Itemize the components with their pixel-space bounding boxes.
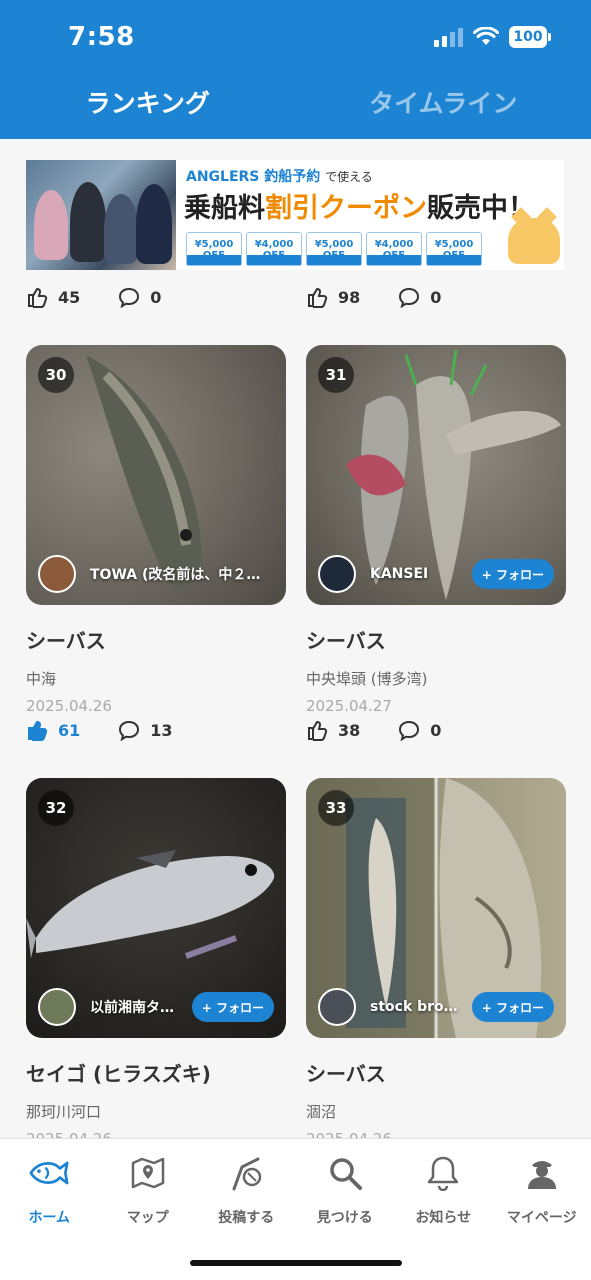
like-count: 45: [58, 287, 81, 307]
location: 涸沼: [306, 1103, 337, 1121]
species-name: セイゴ (ヒラスズキ): [26, 1062, 211, 1086]
comment-icon[interactable]: [118, 719, 140, 741]
banner-photo: [26, 160, 176, 270]
bottom-nav: ホーム マップ 投稿する 見つける お知らせ マイページ: [0, 1138, 591, 1280]
user-row[interactable]: KANSEI + フォロー: [318, 555, 554, 593]
coupon: ¥4,000 OFF: [366, 232, 422, 266]
like-icon-active[interactable]: [26, 719, 48, 741]
banner-brand: ANGLERS 釣船予約 で使える: [186, 169, 373, 185]
nav-label: 見つける: [316, 1210, 373, 1226]
comment-count: 13: [150, 720, 173, 740]
status-time: 7:58: [68, 22, 135, 52]
user-row[interactable]: 以前湘南タン… + フォロー: [38, 988, 274, 1026]
rank-badge: 32: [38, 790, 74, 826]
user-row[interactable]: TOWA (改名前は、中２…: [38, 555, 274, 593]
battery-level: 100: [509, 26, 547, 48]
comment-count: 0: [430, 720, 442, 740]
location: 那珂川河口: [26, 1103, 102, 1121]
ranking-card[interactable]: 31 KANSEI + フォロー シーバス 中央埠頭 (博多湾) 2025.04…: [306, 345, 566, 715]
nav-search[interactable]: 見つける: [296, 1153, 395, 1227]
coupon: ¥5,000 OFF: [306, 232, 362, 266]
signal-icon: [434, 27, 463, 47]
comment-icon[interactable]: [398, 719, 420, 741]
like-count: 38: [338, 720, 361, 740]
bell-icon: [423, 1153, 463, 1193]
catch-photo[interactable]: 31 KANSEI + フォロー: [306, 345, 566, 605]
like-icon[interactable]: [306, 719, 328, 741]
home-indicator: [190, 1260, 402, 1266]
username[interactable]: TOWA (改名前は、中２…: [90, 564, 274, 584]
username[interactable]: stock broker: [370, 999, 466, 1015]
coupon: ¥5,000 OFF: [426, 232, 482, 266]
nav-map[interactable]: マップ: [99, 1153, 198, 1227]
comment-count: 0: [150, 287, 162, 307]
map-icon: [128, 1153, 168, 1193]
nav-notifications[interactable]: お知らせ: [394, 1153, 493, 1227]
user-row[interactable]: stock broker + フォロー: [318, 988, 554, 1026]
location: 中央埠頭 (博多湾): [306, 670, 428, 688]
comment-count: 0: [430, 287, 442, 307]
catch-photo[interactable]: 30 TOWA (改名前は、中２…: [26, 345, 286, 605]
ranking-card[interactable]: 30 TOWA (改名前は、中２… シーバス 中海 2025.04.26: [26, 345, 286, 715]
profile-icon: [522, 1153, 562, 1193]
nav-label: ホーム: [28, 1210, 71, 1226]
ranking-card[interactable]: 33 stock broker + フォロー シーバス 涸沼 2025.04.2…: [306, 778, 566, 1148]
status-icons: 100: [434, 26, 551, 48]
coupon-strip: ¥5,000 OFF ¥4,000 OFF ¥5,000 OFF ¥4,000 …: [186, 232, 482, 266]
avatar[interactable]: [318, 988, 356, 1026]
nav-home[interactable]: ホーム: [0, 1153, 99, 1227]
tab-bar: ランキング タイムライン: [0, 84, 591, 120]
nav-label: マイページ: [506, 1210, 577, 1226]
app-header: 7:58 100 ランキング タイムライン: [0, 0, 591, 139]
tab-ranking[interactable]: ランキング: [0, 84, 296, 120]
battery-icon: 100: [509, 26, 551, 48]
follow-button[interactable]: + フォロー: [471, 559, 554, 589]
nav-label: マップ: [126, 1210, 169, 1226]
comment-icon[interactable]: [398, 286, 420, 308]
species-name: シーバス: [306, 629, 386, 653]
tab-timeline[interactable]: タイムライン: [296, 84, 591, 120]
avatar[interactable]: [38, 988, 76, 1026]
coupon: ¥5,000 OFF: [186, 232, 242, 266]
username[interactable]: 以前湘南タン…: [90, 997, 186, 1017]
username[interactable]: KANSEI: [370, 566, 466, 582]
reaction-row: 98 0: [306, 286, 479, 308]
nav-mypage[interactable]: マイページ: [493, 1153, 591, 1227]
catch-photo[interactable]: 33 stock broker + フォロー: [306, 778, 566, 1038]
rank-badge: 33: [318, 790, 354, 826]
species-name: シーバス: [26, 629, 106, 653]
post-icon: [226, 1153, 266, 1193]
reaction-row: 38 0: [306, 719, 479, 741]
rank-badge: 31: [318, 357, 354, 393]
catch-photo[interactable]: 32 以前湘南タン… + フォロー: [26, 778, 286, 1038]
nav-label: お知らせ: [415, 1210, 472, 1226]
catch-date: 2025.04.27: [306, 697, 392, 715]
avatar[interactable]: [38, 555, 76, 593]
rank-badge: 30: [38, 357, 74, 393]
location: 中海: [26, 670, 57, 688]
nav-label: 投稿する: [218, 1210, 275, 1226]
follow-button[interactable]: + フォロー: [191, 992, 274, 1022]
ranking-card[interactable]: 32 以前湘南タン… + フォロー セイゴ (ヒラスズキ) 那珂川河口 2025…: [26, 778, 286, 1148]
catch-date: 2025.04.26: [26, 697, 112, 715]
like-icon[interactable]: [306, 286, 328, 308]
follow-button[interactable]: + フォロー: [471, 992, 554, 1022]
species-name: シーバス: [306, 1062, 386, 1086]
like-count: 98: [338, 287, 361, 307]
comment-icon[interactable]: [118, 286, 140, 308]
mascot-cat-icon: [508, 218, 560, 264]
like-count: 61: [58, 720, 81, 740]
banner-title: 乗船料割引クーポン販売中！: [184, 193, 535, 224]
wifi-icon: [473, 27, 499, 45]
coupon: ¥4,000 OFF: [246, 232, 302, 266]
avatar[interactable]: [318, 555, 356, 593]
reaction-row: 45 0: [26, 286, 199, 308]
reaction-row: 61 13: [26, 719, 211, 741]
fish-icon: [29, 1153, 69, 1193]
promo-banner[interactable]: ANGLERS 釣船予約 で使える 乗船料割引クーポン販売中！ ¥5,000 O…: [26, 160, 564, 270]
nav-post[interactable]: 投稿する: [197, 1153, 296, 1227]
search-icon: [325, 1153, 365, 1193]
like-icon[interactable]: [26, 286, 48, 308]
